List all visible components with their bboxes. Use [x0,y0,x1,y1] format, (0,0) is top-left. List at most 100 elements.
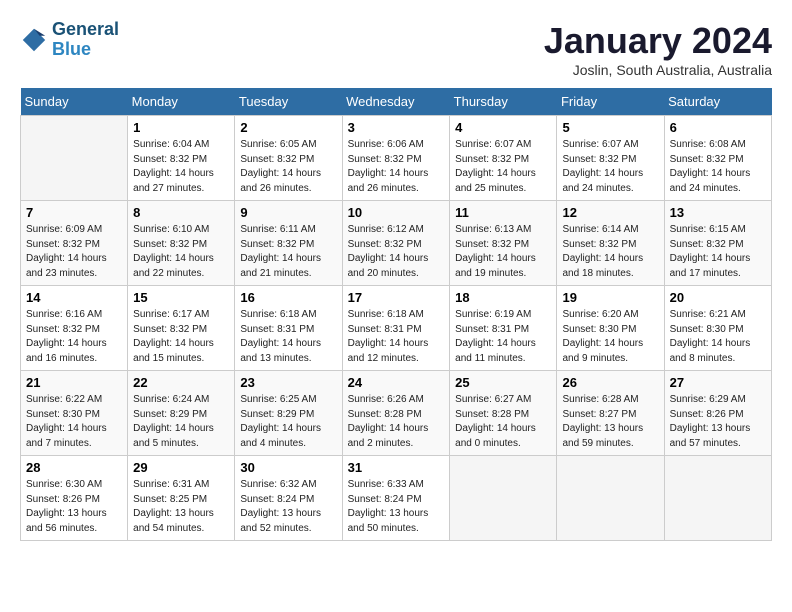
calendar-cell: 10 Sunrise: 6:12 AM Sunset: 8:32 PM Dayli… [342,201,450,286]
day-number: 17 [348,290,445,305]
calendar-cell: 22 Sunrise: 6:24 AM Sunset: 8:29 PM Dayli… [128,371,235,456]
day-number: 23 [240,375,336,390]
calendar-cell: 19 Sunrise: 6:20 AM Sunset: 8:30 PM Dayli… [557,286,664,371]
day-info: Sunrise: 6:28 AM Sunset: 8:27 PM Dayligh… [562,393,658,451]
day-number: 27 [670,375,766,390]
calendar-cell: 26Sunrise: 6:28 AM Sunset: 8:27 PM Dayli… [557,371,664,456]
weekday-header: Tuesday [235,88,342,116]
logo-icon [20,26,48,54]
calendar-cell [450,456,557,541]
day-number: 9 [240,205,336,220]
calendar-cell: 2 Sunrise: 6:05 AM Sunset: 8:32 PM Daylig… [235,116,342,201]
day-info: Sunrise: 6:16 AM Sunset: 8:32 PM Dayligh… [26,308,122,366]
day-info: Sunrise: 6:21 AM Sunset: 8:30 PM Dayligh… [670,308,766,366]
day-number: 14 [26,290,122,305]
day-info: Sunrise: 6:13 AM Sunset: 8:32 PM Dayligh… [455,223,551,281]
calendar-cell: 21Sunrise: 6:22 AM Sunset: 8:30 PM Dayli… [21,371,128,456]
day-number: 22 [133,375,229,390]
day-info: Sunrise: 6:20 AM Sunset: 8:30 PM Dayligh… [562,308,658,366]
logo-general: General [52,19,119,39]
calendar-cell: 7 Sunrise: 6:09 AM Sunset: 8:32 PM Daylig… [21,201,128,286]
day-info: Sunrise: 6:17 AM Sunset: 8:32 PM Dayligh… [133,308,229,366]
page-header: General Blue January 2024 Joslin, South … [20,20,772,78]
calendar-body: 1Sunrise: 6:04 AM Sunset: 8:32 PM Daylig… [21,116,772,541]
day-number: 7 [26,205,122,220]
calendar-cell [664,456,771,541]
day-info: Sunrise: 6:30 AM Sunset: 8:26 PM Dayligh… [26,478,122,536]
logo-text: General Blue [52,20,119,60]
day-number: 13 [670,205,766,220]
day-info: Sunrise: 6:05 AM Sunset: 8:32 PM Dayligh… [240,138,336,196]
calendar-week-row: 21Sunrise: 6:22 AM Sunset: 8:30 PM Dayli… [21,371,772,456]
day-number: 15 [133,290,229,305]
calendar-header: SundayMondayTuesdayWednesdayThursdayFrid… [21,88,772,116]
weekday-header: Thursday [450,88,557,116]
day-number: 19 [562,290,658,305]
day-number: 11 [455,205,551,220]
calendar-week-row: 14 Sunrise: 6:16 AM Sunset: 8:32 PM Dayli… [21,286,772,371]
day-info: Sunrise: 6:18 AM Sunset: 8:31 PM Dayligh… [348,308,445,366]
day-number: 24 [348,375,445,390]
weekday-header: Saturday [664,88,771,116]
calendar-week-row: 28 Sunrise: 6:30 AM Sunset: 8:26 PM Dayli… [21,456,772,541]
month-title: January 2024 [544,20,772,62]
day-info: Sunrise: 6:33 AM Sunset: 8:24 PM Dayligh… [348,478,445,536]
day-info: Sunrise: 6:26 AM Sunset: 8:28 PM Dayligh… [348,393,445,451]
calendar-week-row: 1Sunrise: 6:04 AM Sunset: 8:32 PM Daylig… [21,116,772,201]
day-number: 30 [240,460,336,475]
calendar-cell: 20 Sunrise: 6:21 AM Sunset: 8:30 PM Dayli… [664,286,771,371]
calendar-cell [557,456,664,541]
day-info: Sunrise: 6:14 AM Sunset: 8:32 PM Dayligh… [562,223,658,281]
calendar-cell: 24 Sunrise: 6:26 AM Sunset: 8:28 PM Dayli… [342,371,450,456]
calendar-cell: 12Sunrise: 6:14 AM Sunset: 8:32 PM Dayli… [557,201,664,286]
day-number: 2 [240,120,336,135]
calendar-cell: 15 Sunrise: 6:17 AM Sunset: 8:32 PM Dayli… [128,286,235,371]
day-info: Sunrise: 6:08 AM Sunset: 8:32 PM Dayligh… [670,138,766,196]
calendar-cell: 6Sunrise: 6:08 AM Sunset: 8:32 PM Daylig… [664,116,771,201]
location-subtitle: Joslin, South Australia, Australia [544,62,772,78]
day-info: Sunrise: 6:29 AM Sunset: 8:26 PM Dayligh… [670,393,766,451]
day-number: 10 [348,205,445,220]
logo-blue: Blue [52,40,119,60]
day-number: 25 [455,375,551,390]
calendar-cell: 18Sunrise: 6:19 AM Sunset: 8:31 PM Dayli… [450,286,557,371]
day-info: Sunrise: 6:25 AM Sunset: 8:29 PM Dayligh… [240,393,336,451]
calendar-cell [21,116,128,201]
day-info: Sunrise: 6:09 AM Sunset: 8:32 PM Dayligh… [26,223,122,281]
day-info: Sunrise: 6:11 AM Sunset: 8:32 PM Dayligh… [240,223,336,281]
day-info: Sunrise: 6:07 AM Sunset: 8:32 PM Dayligh… [455,138,551,196]
day-info: Sunrise: 6:19 AM Sunset: 8:31 PM Dayligh… [455,308,551,366]
day-number: 8 [133,205,229,220]
logo: General Blue [20,20,119,60]
calendar-cell: 23 Sunrise: 6:25 AM Sunset: 8:29 PM Dayli… [235,371,342,456]
day-number: 4 [455,120,551,135]
day-info: Sunrise: 6:12 AM Sunset: 8:32 PM Dayligh… [348,223,445,281]
calendar-cell: 31 Sunrise: 6:33 AM Sunset: 8:24 PM Dayli… [342,456,450,541]
day-number: 5 [562,120,658,135]
day-number: 31 [348,460,445,475]
calendar-cell: 13Sunrise: 6:15 AM Sunset: 8:32 PM Dayli… [664,201,771,286]
day-number: 20 [670,290,766,305]
day-number: 28 [26,460,122,475]
calendar-cell: 11 Sunrise: 6:13 AM Sunset: 8:32 PM Dayli… [450,201,557,286]
calendar-cell: 1Sunrise: 6:04 AM Sunset: 8:32 PM Daylig… [128,116,235,201]
calendar-cell: 29Sunrise: 6:31 AM Sunset: 8:25 PM Dayli… [128,456,235,541]
day-number: 16 [240,290,336,305]
day-number: 21 [26,375,122,390]
title-block: January 2024 Joslin, South Australia, Au… [544,20,772,78]
calendar-cell: 5Sunrise: 6:07 AM Sunset: 8:32 PM Daylig… [557,116,664,201]
calendar-cell: 30Sunrise: 6:32 AM Sunset: 8:24 PM Dayli… [235,456,342,541]
weekday-header: Wednesday [342,88,450,116]
weekday-header: Friday [557,88,664,116]
calendar-cell: 4 Sunrise: 6:07 AM Sunset: 8:32 PM Daylig… [450,116,557,201]
calendar-cell: 27 Sunrise: 6:29 AM Sunset: 8:26 PM Dayli… [664,371,771,456]
day-info: Sunrise: 6:06 AM Sunset: 8:32 PM Dayligh… [348,138,445,196]
calendar-table: SundayMondayTuesdayWednesdayThursdayFrid… [20,88,772,541]
day-info: Sunrise: 6:10 AM Sunset: 8:32 PM Dayligh… [133,223,229,281]
day-number: 3 [348,120,445,135]
day-info: Sunrise: 6:24 AM Sunset: 8:29 PM Dayligh… [133,393,229,451]
day-info: Sunrise: 6:27 AM Sunset: 8:28 PM Dayligh… [455,393,551,451]
calendar-week-row: 7 Sunrise: 6:09 AM Sunset: 8:32 PM Daylig… [21,201,772,286]
calendar-cell: 17 Sunrise: 6:18 AM Sunset: 8:31 PM Dayli… [342,286,450,371]
day-number: 1 [133,120,229,135]
